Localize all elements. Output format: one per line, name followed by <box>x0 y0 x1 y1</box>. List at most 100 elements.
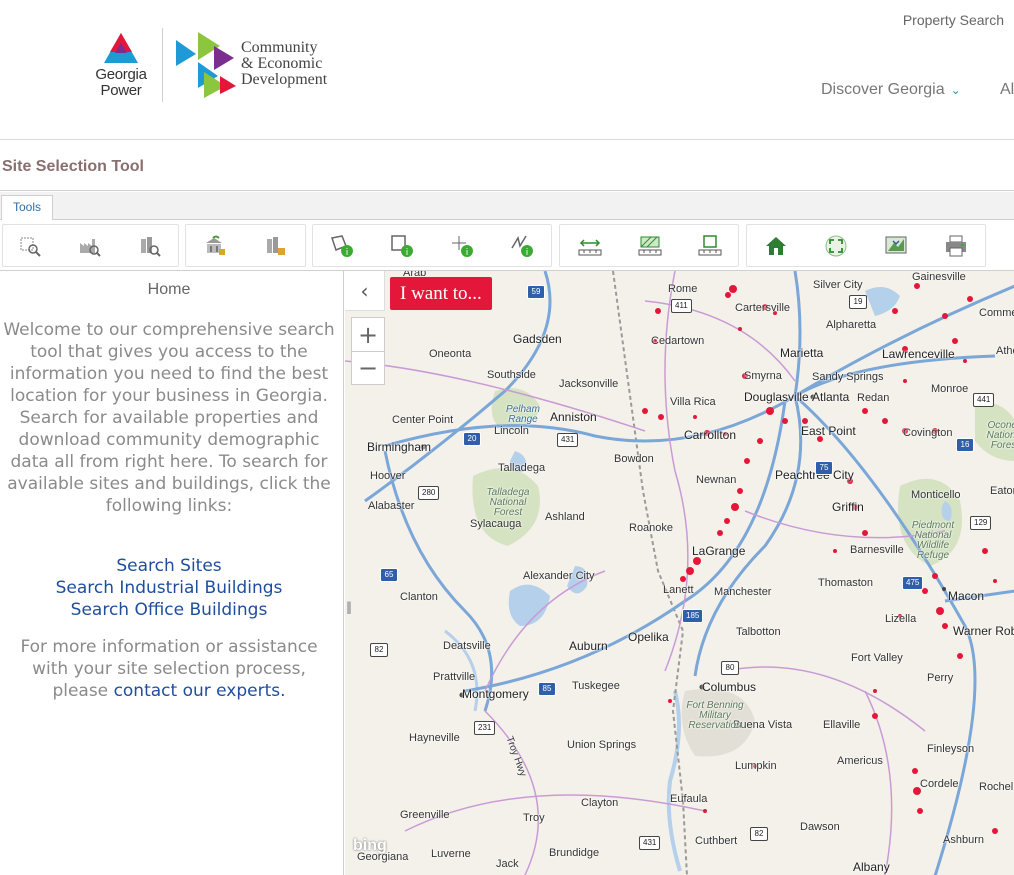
svg-text:i: i <box>526 248 529 258</box>
map-label: Marietta <box>780 346 824 360</box>
print-icon[interactable] <box>941 231 971 261</box>
svg-text:i: i <box>346 248 349 258</box>
map-label: Cuthbert <box>695 835 738 847</box>
park-label: Piedmont National Wildlife Refuge <box>911 520 955 561</box>
interstate-shield: 20 <box>463 432 481 446</box>
map-label: Redan <box>857 392 890 404</box>
map-label: Anniston <box>550 410 597 424</box>
map-label: Troy <box>523 812 545 824</box>
map-label: Silver City <box>813 279 863 291</box>
site-header: Georgia Power Community & Economic Devel… <box>0 0 1014 140</box>
map-label: Center Point <box>392 414 454 426</box>
demographic-icon[interactable] <box>260 231 290 261</box>
map-label: Jack <box>496 858 519 870</box>
interstate-shield: 475 <box>902 576 924 590</box>
highway-shield: 82 <box>750 827 768 841</box>
toolbar: i i i i <box>0 221 1014 271</box>
search-sites-link[interactable]: Search Sites <box>0 555 338 577</box>
identify-line-icon[interactable]: i <box>507 231 537 261</box>
toolbar-group-measure <box>559 224 739 267</box>
identify-rectangle-icon[interactable]: i <box>387 231 417 261</box>
measure-distance-icon[interactable] <box>575 231 605 261</box>
map-label: Macon <box>948 589 985 603</box>
map-label: Lanett <box>663 584 694 596</box>
map-label: Luverne <box>431 848 471 860</box>
parcel-search-icon[interactable] <box>15 231 45 261</box>
highway-shield: 231 <box>474 721 496 735</box>
highway-shield: 129 <box>970 516 992 530</box>
map-label: Carrollton <box>684 428 737 442</box>
map-label: Warner Robins <box>953 624 1014 638</box>
map-label: Eatonton <box>990 485 1014 497</box>
highway-shield: 431 <box>639 836 661 850</box>
map-label: Opelika <box>628 630 669 644</box>
search-office-buildings-link[interactable]: Search Office Buildings <box>0 599 338 621</box>
park-label: Talladega National Forest <box>486 487 530 518</box>
map-label: Covington <box>903 427 953 439</box>
map-label: LaGrange <box>692 544 746 558</box>
identify-polygon-icon[interactable]: i <box>327 231 357 261</box>
map-label: Dawson <box>800 821 840 833</box>
nav-item-truncated[interactable]: Al <box>1000 81 1014 99</box>
map-basemap[interactable] <box>345 271 1014 875</box>
tab-tools[interactable]: Tools <box>1 195 54 220</box>
ced-wordmark[interactable]: Community & Economic Development <box>241 40 327 88</box>
toolbar-group-search <box>2 224 179 267</box>
svg-text:i: i <box>466 248 469 258</box>
i-want-to-button[interactable]: I want to... <box>390 277 492 310</box>
panel-resize-handle[interactable]: ‖ <box>346 600 354 622</box>
ced-arrows-icon <box>176 32 236 98</box>
search-industrial-buildings-link[interactable]: Search Industrial Buildings <box>0 577 338 599</box>
map-label: Bowdon <box>614 453 654 465</box>
contact-experts-link[interactable]: contact our experts. <box>114 681 286 701</box>
community-icon[interactable] <box>200 231 230 261</box>
full-extent-icon[interactable] <box>821 231 851 261</box>
map-label: Atlanta <box>812 390 850 404</box>
map-label: Sandy Springs <box>812 371 884 383</box>
building-search-icon[interactable] <box>135 231 165 261</box>
map-label: Hayneville <box>409 732 460 744</box>
map-label: Monroe <box>931 383 969 395</box>
georgia-power-logo[interactable]: Georgia Power <box>90 33 152 101</box>
map-label: Deatsville <box>443 640 491 652</box>
nav-discover-georgia[interactable]: Discover Georgia ⌄ <box>821 81 961 99</box>
identify-point-icon[interactable]: i <box>447 231 477 261</box>
measure-area-icon[interactable] <box>635 231 665 261</box>
map-label: Montgomery <box>462 687 529 701</box>
map-label: Eufaula <box>670 793 708 805</box>
map-label: Ashland <box>545 511 585 523</box>
map-label: Griffin <box>832 500 864 514</box>
interstate-shield: 65 <box>380 568 398 582</box>
map-label: Birmingham <box>367 440 432 454</box>
map-label: Athens <box>996 345 1014 357</box>
home-icon[interactable] <box>761 231 791 261</box>
map-label: Tuskegee <box>572 680 620 692</box>
map-label: Brundidge <box>549 847 600 859</box>
map-label: Finleyson <box>927 743 975 755</box>
map-label: Cartersville <box>735 302 791 314</box>
map-label: Greenville <box>400 809 450 821</box>
map-label: Albany <box>853 860 890 874</box>
map-label: Clayton <box>581 797 619 809</box>
panel-intro-text: Welcome to our comprehensive search tool… <box>3 320 335 516</box>
industrial-search-icon[interactable] <box>75 231 105 261</box>
zoom-control: + − <box>351 317 385 385</box>
park-label: Fort Benning Military Reservation <box>686 700 744 731</box>
zoom-out-button[interactable]: − <box>352 351 384 384</box>
map-label: Gadsden <box>513 332 562 346</box>
export-map-icon[interactable] <box>881 231 911 261</box>
zoom-in-button[interactable]: + <box>352 318 384 351</box>
interstate-shield: 185 <box>682 609 704 623</box>
property-search-link[interactable]: Property Search <box>903 12 1004 28</box>
bing-attribution: bing <box>353 837 387 854</box>
collapse-panel-button[interactable]: ‹ <box>345 271 385 311</box>
interstate-shield: 85 <box>538 682 556 696</box>
park-label: Oconee National Forest <box>986 420 1014 451</box>
map-label: Alabaster <box>368 500 415 512</box>
nav-discover-label: Discover Georgia <box>821 81 945 98</box>
logo-divider <box>162 28 163 102</box>
map-label: Prattville <box>433 671 476 683</box>
map-view[interactable]: Arab Rome Cartersville Silver City Gaine… <box>345 271 1014 875</box>
measure-rectangle-icon[interactable] <box>695 231 725 261</box>
highway-shield: 80 <box>721 661 739 675</box>
